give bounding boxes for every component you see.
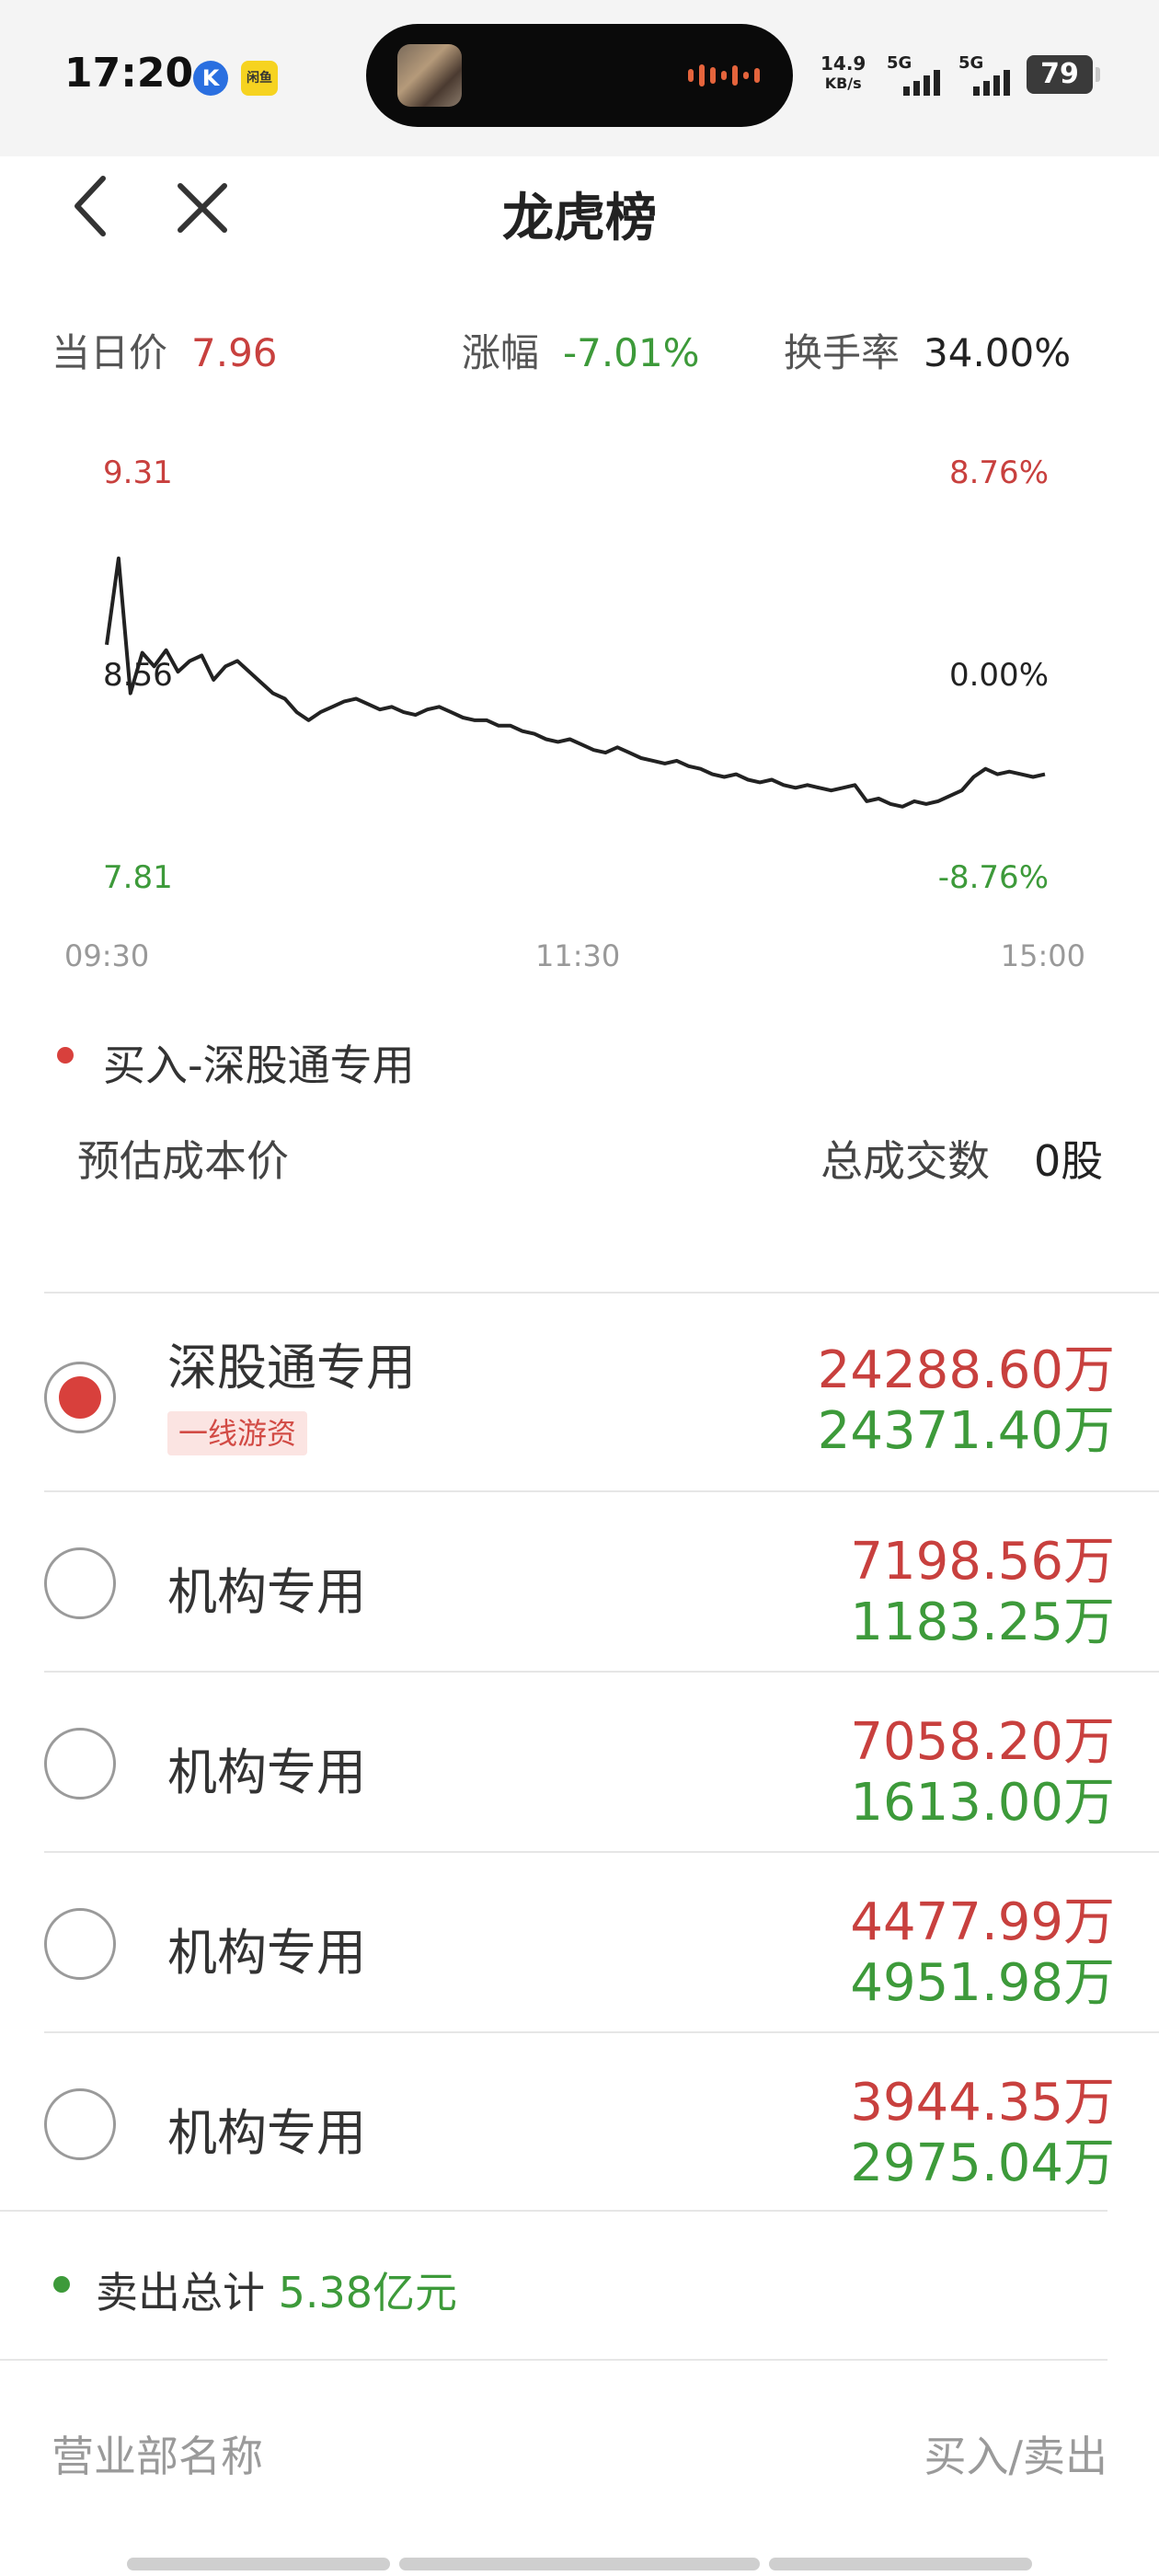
x-axis-start: 09:30 (64, 938, 150, 973)
intraday-chart: 9.31 8.56 7.81 8.76% 0.00% -8.76% 09:30 … (0, 432, 1159, 984)
seat-radio[interactable] (44, 2088, 116, 2160)
network-speed-value: 14.9 (820, 52, 866, 75)
change-label: 涨幅 (462, 330, 540, 375)
turnover-value: 34.00% (924, 330, 1072, 375)
seat-radio[interactable] (44, 1728, 116, 1800)
page-title: 龙虎榜 (502, 189, 657, 248)
seat-tag: 一线游资 (167, 1411, 308, 1455)
y-axis-left-mid: 8.56 (103, 657, 173, 694)
price-line (105, 556, 1046, 809)
scroll-indicator (127, 2558, 390, 2570)
radio-selected-dot (59, 1376, 101, 1419)
signal-strength-icon: 5G (885, 53, 940, 96)
seat-sell-amount: 4951.98万 (850, 1953, 1115, 2013)
seat-sell-amount: 1613.00万 (850, 1773, 1115, 1833)
seat-radio[interactable] (44, 1908, 116, 1980)
y-axis-left-min: 7.81 (103, 859, 173, 896)
branch-name-header: 营业部名称 (52, 2432, 263, 2481)
change-item: 涨幅 -7.01% (462, 322, 700, 378)
y-axis-right-min: -8.76% (937, 859, 1049, 896)
divider (0, 2359, 1107, 2361)
audio-wave-icon (688, 64, 760, 86)
signal-type-label: 5G (887, 53, 912, 73)
price-value: 7.96 (191, 330, 278, 375)
y-axis-right-max: 8.76% (948, 454, 1049, 491)
seat-name: 机构专用 (167, 1563, 366, 1621)
buy-section-title: 买入-深股通专用 (103, 1041, 415, 1090)
battery-icon: 79 (1027, 55, 1100, 94)
x-axis-end: 15:00 (1000, 938, 1085, 973)
dynamic-island[interactable] (366, 24, 793, 127)
seat-name: 机构专用 (167, 2104, 366, 2162)
turnover-label: 换手率 (784, 330, 901, 375)
seat-sell-amount: 1183.25万 (850, 1593, 1115, 1652)
scroll-indicator (769, 2558, 1032, 2570)
x-axis-mid: 11:30 (535, 938, 621, 973)
total-volume-label: 总成交数 (820, 1136, 990, 1186)
sell-dot-icon (53, 2276, 70, 2293)
seat-row[interactable]: 机构专用 7058.20万 1613.00万 (44, 1671, 1159, 1851)
y-axis-left-max: 9.31 (103, 454, 173, 491)
intraday-chart-svg (105, 556, 1046, 809)
seat-sell-amount: 24371.40万 (817, 1401, 1115, 1461)
seat-name: 机构专用 (167, 1743, 366, 1801)
est-cost-label: 预估成本价 (77, 1136, 289, 1186)
total-volume-value: 0股 (1034, 1136, 1104, 1186)
signal-strength-icon-2: 5G (957, 53, 1010, 96)
seat-sell-amount: 2975.04万 (850, 2133, 1115, 2193)
status-bar: 17:20 K 闲鱼 14.9 KB/s 5G 5G 79 (0, 0, 1159, 156)
signal-type-label-2: 5G (958, 53, 984, 73)
sell-total: 卖出总计 5.38亿元 (96, 2260, 457, 2320)
buy-dot-icon (57, 1047, 74, 1064)
sell-total-label: 卖出总计 (96, 2268, 265, 2317)
y-axis-right-mid: 0.00% (948, 657, 1049, 694)
scroll-indicator (399, 2558, 760, 2570)
app-notification-icon-k: K (193, 61, 228, 96)
seat-row[interactable]: 机构专用 7198.56万 1183.25万 (44, 1490, 1159, 1671)
sell-total-value: 5.38亿元 (278, 2268, 458, 2317)
seat-row[interactable]: 深股通专用 一线游资 24288.60万 24371.40万 (44, 1292, 1159, 1490)
divider (0, 2210, 1107, 2212)
media-artwork-icon (397, 44, 462, 107)
change-value: -7.01% (563, 330, 700, 375)
seat-row[interactable]: 机构专用 3944.35万 2975.04万 (44, 2031, 1159, 2212)
seat-radio[interactable] (44, 1362, 116, 1433)
network-speed: 14.9 KB/s (820, 53, 866, 94)
network-speed-unit: KB/s (824, 75, 862, 92)
seat-name: 深股通专用 (167, 1339, 416, 1397)
seat-row[interactable]: 机构专用 4477.99万 4951.98万 (44, 1851, 1159, 2031)
app-notification-icon-xianyu: 闲鱼 (241, 61, 278, 96)
seat-radio[interactable] (44, 1547, 116, 1619)
seat-name: 机构专用 (167, 1924, 366, 1982)
price-item: 当日价 7.96 (52, 322, 278, 378)
buy-sell-header: 买入/卖出 (924, 2432, 1108, 2481)
price-label: 当日价 (52, 330, 168, 375)
status-time: 17:20 (64, 50, 194, 97)
turnover-item: 换手率 34.00% (784, 322, 1071, 378)
